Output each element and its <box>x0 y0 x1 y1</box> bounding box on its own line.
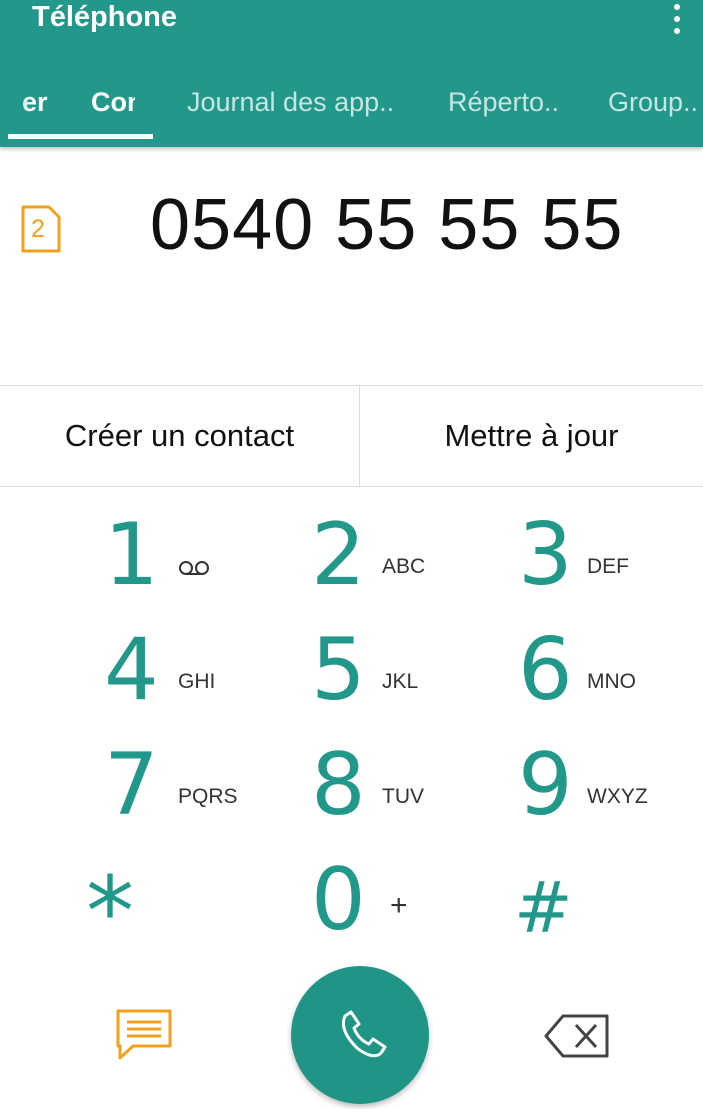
dial-digit: 5 <box>311 620 366 720</box>
dial-key-two[interactable]: 2 ABC <box>301 505 481 615</box>
tab-indicator <box>8 134 153 139</box>
dial-letters: WXYZ <box>587 785 648 808</box>
dial-key-nine[interactable]: 9 WXYZ <box>508 735 688 845</box>
sim-card-icon[interactable]: 2 <box>20 204 62 254</box>
tab-groups[interactable]: Group.. <box>608 84 698 120</box>
dial-key-four[interactable]: 4 GHI <box>94 620 274 730</box>
dial-digit: 2 <box>311 505 366 605</box>
dial-letters: MNO <box>587 670 636 693</box>
dial-letters: PQRS <box>178 785 238 808</box>
voicemail-icon <box>178 558 210 582</box>
dial-key-five[interactable]: 5 JKL <box>301 620 481 730</box>
sim-number: 2 <box>31 215 45 243</box>
app-bar: Téléphone er Con Journal des app.. Réper… <box>0 0 703 147</box>
message-icon[interactable] <box>115 1008 175 1065</box>
divider <box>0 486 703 487</box>
dial-letters: DEF <box>587 555 629 578</box>
update-contact-button[interactable]: Mettre à jour <box>360 386 703 486</box>
dial-digit: 8 <box>311 735 366 835</box>
dial-digit: 1 <box>104 505 159 605</box>
dial-letters: GHI <box>178 670 216 693</box>
backspace-icon[interactable] <box>543 1013 611 1064</box>
dial-key-star[interactable]: * <box>86 850 274 962</box>
app-title: Téléphone <box>32 1 178 33</box>
dial-digit: 0 <box>311 850 366 950</box>
dial-digit: 6 <box>518 620 573 720</box>
dial-digit: # <box>514 867 573 949</box>
call-button[interactable] <box>291 966 429 1104</box>
dial-key-eight[interactable]: 8 TUV <box>301 735 481 845</box>
dial-digit: 7 <box>104 735 159 835</box>
tab-journal[interactable]: Journal des app.. <box>187 84 394 120</box>
dial-digit: 3 <box>518 505 573 605</box>
dialed-number[interactable]: 0540 55 55 55 <box>150 180 670 270</box>
tab-contacts[interactable]: Con <box>91 84 135 120</box>
tab-repertoire[interactable]: Réperto.. <box>448 84 559 120</box>
dial-letters: TUV <box>382 785 424 808</box>
dial-digit: * <box>86 856 134 968</box>
more-vert-icon[interactable] <box>668 2 686 36</box>
dial-digit: 9 <box>518 735 573 835</box>
dial-key-hash[interactable]: # <box>508 850 688 960</box>
dial-key-seven[interactable]: 7 PQRS <box>94 735 274 845</box>
dial-key-six[interactable]: 6 MNO <box>508 620 688 730</box>
dial-letters: ABC <box>382 555 426 578</box>
dial-letters: JKL <box>382 670 419 693</box>
dial-letters: + <box>390 889 408 922</box>
dial-digit: 4 <box>104 620 159 720</box>
dial-key-one[interactable]: 1 <box>94 505 274 615</box>
create-contact-button[interactable]: Créer un contact <box>0 386 359 486</box>
tab-fade <box>0 84 30 124</box>
dial-key-zero[interactable]: 0 + <box>301 850 481 960</box>
phone-icon <box>342 1010 387 1058</box>
dial-key-three[interactable]: 3 DEF <box>508 505 688 615</box>
